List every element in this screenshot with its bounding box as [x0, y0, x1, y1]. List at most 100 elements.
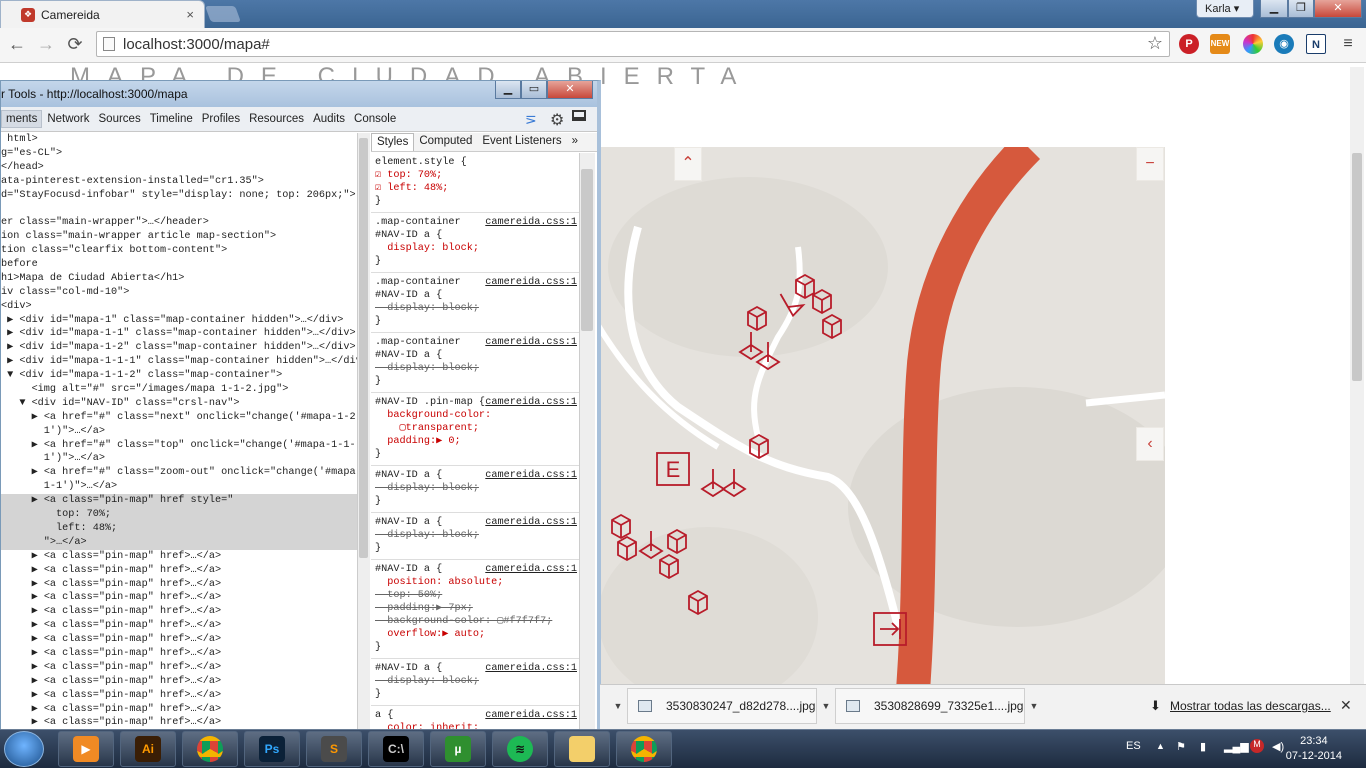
download-menu-arrow-2[interactable]: ▼: [1026, 688, 1042, 724]
style-property[interactable]: background-color: ▢#f7f7f7;: [375, 615, 575, 628]
url-input[interactable]: [123, 35, 1123, 53]
elements-tree[interactable]: html> g="es-CL"> </head> ata-pinterest-exte…: [1, 133, 357, 739]
downloads-close-button[interactable]: ✕: [1340, 697, 1352, 714]
taskbar-chrome-active-button[interactable]: [616, 731, 672, 767]
styles-scrollbar-thumb[interactable]: [581, 169, 593, 331]
dom-node-line[interactable]: ▶ <a class="pin-map" href>…</a>: [1, 633, 357, 647]
menu-icon[interactable]: ≡: [1338, 34, 1358, 54]
elements-scrollbar-thumb[interactable]: [359, 138, 368, 558]
dom-node-line[interactable]: ▼ <div id="NAV-ID" class="crsl-nav">: [1, 397, 357, 411]
dom-node-line[interactable]: ">…</a>: [1, 535, 357, 550]
dom-node-line[interactable]: before: [1, 258, 357, 272]
dom-node-line[interactable]: ata-pinterest-extension-installed="cr1.3…: [1, 175, 357, 189]
dom-node-line[interactable]: ▶ <div id="mapa-1-2" class="map-containe…: [1, 341, 357, 355]
window-close-button[interactable]: ✕: [1314, 0, 1362, 18]
dom-node-line[interactable]: d="StayFocusd-infobar" style="display: n…: [1, 189, 357, 203]
taskbar-photoshop-button[interactable]: Ps: [244, 731, 300, 767]
tab-elements[interactable]: ments: [1, 110, 43, 128]
rule-source-link[interactable]: camereida.css:1: [485, 469, 577, 482]
dom-node-line[interactable]: ▶ <a class="pin-map" href>…</a>: [1, 564, 357, 578]
map-prev-button[interactable]: ‹: [1136, 427, 1164, 461]
rule-source-link[interactable]: camereida.css:1: [485, 396, 577, 409]
dom-node-line[interactable]: ▶ <a class="pin-map" href>…</a>: [1, 661, 357, 675]
style-property[interactable]: display: block;: [375, 242, 575, 255]
dom-node-line[interactable]: ▶ <a class="pin-map" href>…</a>: [1, 619, 357, 633]
dom-node-line[interactable]: ▶ <a class="pin-map" href>…</a>: [1, 703, 357, 717]
dom-node-line[interactable]: ▶ <a class="pin-map" href>…</a>: [1, 578, 357, 592]
dom-node-line[interactable]: ▼ <div id="mapa-1-1-2" class="map-contai…: [1, 369, 357, 383]
rule-source-link[interactable]: camereida.css:1: [485, 709, 577, 722]
globe-icon[interactable]: ◉: [1274, 34, 1294, 54]
tab-timeline[interactable]: Timeline: [146, 111, 197, 127]
tray-expand-icon[interactable]: ▲: [1156, 741, 1165, 751]
styles-pane[interactable]: element.style {☑ top: 70%; ☑ left: 48%;}.…: [371, 153, 579, 739]
style-property[interactable]: display: block;: [375, 482, 575, 495]
rule-source-link[interactable]: camereida.css:1: [485, 516, 577, 529]
settings-gear-icon[interactable]: ⚙: [546, 108, 568, 132]
dom-node-line[interactable]: [1, 202, 357, 216]
n-extension-icon[interactable]: N: [1306, 34, 1326, 54]
taskbar-media-player-button[interactable]: ▶: [58, 731, 114, 767]
taskbar-cmd-button[interactable]: C:\: [368, 731, 424, 767]
dom-node-line[interactable]: </head>: [1, 161, 357, 175]
flag-icon[interactable]: ⚑: [1176, 740, 1186, 753]
page-scrollbar-thumb[interactable]: [1352, 153, 1362, 381]
download-menu-arrow-0[interactable]: ▼: [610, 688, 626, 724]
tab-styles[interactable]: Styles: [371, 133, 415, 151]
taskbar-utorrent-button[interactable]: µ: [430, 731, 486, 767]
tab-computed[interactable]: Computed: [414, 133, 477, 151]
download-item[interactable]: 3530830247_d82d278....jpg: [627, 688, 817, 724]
taskbar-explorer-button[interactable]: [554, 731, 610, 767]
maximize-button[interactable]: ❐: [1288, 0, 1314, 18]
rule-source-link[interactable]: camereida.css:1: [485, 336, 577, 349]
language-indicator[interactable]: ES: [1126, 740, 1141, 752]
network-icon[interactable]: ▂▄▆: [1224, 740, 1249, 753]
dom-node-line[interactable]: ▶ <a class="pin-map" href>…</a>: [1, 689, 357, 703]
dom-node-line[interactable]: left: 48%;: [1, 521, 357, 536]
dom-node-line[interactable]: ▶ <a class="pin-map" href>…</a>: [1, 675, 357, 689]
style-property[interactable]: display: block;: [375, 529, 575, 542]
show-all-downloads-link[interactable]: Mostrar todas las descargas...: [1170, 699, 1331, 713]
tab-console[interactable]: Console: [350, 111, 400, 127]
dom-node-line[interactable]: ▶ <a class="pin-map" href style=": [1, 494, 357, 509]
dom-node-line[interactable]: ▶ <a href="#" class="zoom-out" onclick="…: [1, 466, 357, 480]
taskbar-sublime-button[interactable]: S: [306, 731, 362, 767]
rule-source-link[interactable]: camereida.css:1: [485, 662, 577, 675]
dom-node-line[interactable]: 1-1')">…</a>: [1, 480, 357, 494]
user-profile-button[interactable]: Karla ▾: [1196, 0, 1254, 18]
dom-node-line[interactable]: ▶ <a href="#" class="top" onclick="chang…: [1, 439, 357, 453]
new-extension-icon[interactable]: NEW: [1210, 34, 1230, 54]
style-property[interactable]: top: 50%;: [375, 589, 575, 602]
back-button[interactable]: ←: [6, 33, 28, 55]
console-drawer-icon[interactable]: ⋝: [521, 109, 541, 130]
start-button[interactable]: [4, 731, 44, 767]
rule-source-link[interactable]: camereida.css:1: [485, 563, 577, 576]
dom-node-line[interactable]: top: 70%;: [1, 508, 357, 522]
tab-profiles[interactable]: Profiles: [198, 111, 244, 127]
dom-node-line[interactable]: ▶ <a href="#" class="next" onclick="chan…: [1, 411, 357, 425]
dom-node-line[interactable]: html>: [1, 133, 357, 147]
tab-sources[interactable]: Sources: [95, 111, 145, 127]
rule-source-link[interactable]: camereida.css:1: [485, 216, 577, 229]
style-property[interactable]: ☑ top: 70%;: [375, 169, 575, 182]
taskbar-chrome-button[interactable]: [182, 731, 238, 767]
power-icon[interactable]: ▮: [1200, 740, 1206, 753]
forward-button[interactable]: →: [35, 33, 57, 55]
dom-node-line[interactable]: ▶ <a class="pin-map" href>…</a>: [1, 647, 357, 661]
pinterest-icon[interactable]: P: [1179, 34, 1199, 54]
tab-audits[interactable]: Audits: [309, 111, 349, 127]
dock-icon[interactable]: [572, 110, 586, 121]
dom-node-line[interactable]: ▶ <div id="mapa-1-1" class="map-containe…: [1, 327, 357, 341]
browser-tab[interactable]: ❖ Camereida ×: [0, 0, 205, 28]
taskbar-spotify-button[interactable]: ≋: [492, 731, 548, 767]
style-property[interactable]: background-color: ▢transparent;: [375, 409, 575, 435]
devtools-minimize-button[interactable]: ▁: [495, 81, 521, 99]
style-property[interactable]: padding:▶ 7px;: [375, 602, 575, 615]
dom-node-line[interactable]: ▶ <a class="pin-map" href>…</a>: [1, 591, 357, 605]
dom-node-line[interactable]: er class="main-wrapper">…</header>: [1, 216, 357, 230]
color-wheel-icon[interactable]: [1243, 34, 1263, 54]
minimize-button[interactable]: ▁: [1260, 0, 1288, 18]
tab-close-icon[interactable]: ×: [186, 7, 194, 22]
dom-node-line[interactable]: ▶ <a class="pin-map" href>…</a>: [1, 550, 357, 564]
dom-node-line[interactable]: ▶ <div id="mapa-1-1-1" class="map-contai…: [1, 355, 357, 369]
